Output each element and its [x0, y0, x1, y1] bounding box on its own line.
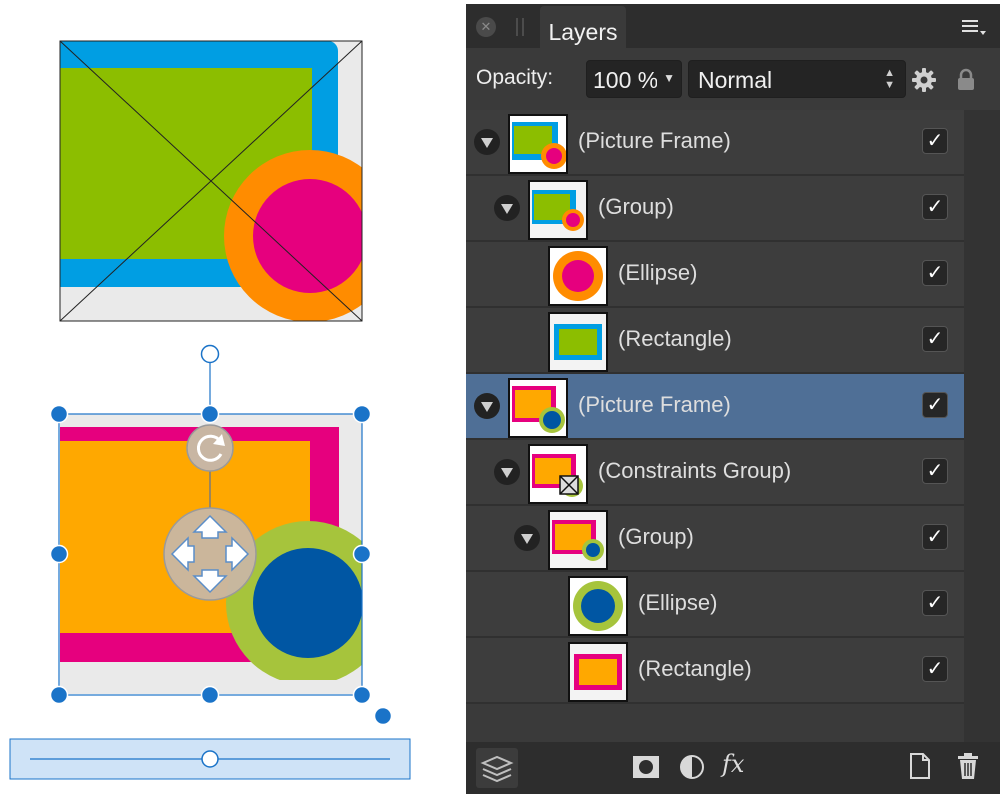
panel-tab-bar: ✕ Layers: [466, 4, 1000, 48]
expand-triangle-icon[interactable]: [474, 393, 500, 419]
opacity-row: Opacity: 100 % ▼ Normal ▲ ▼: [466, 48, 1000, 110]
picture-frame-1[interactable]: [50, 40, 396, 322]
layer-name[interactable]: (Picture Frame): [578, 392, 731, 418]
layer-name[interactable]: (Ellipse): [618, 260, 697, 286]
opacity-value[interactable]: 100 %: [593, 67, 657, 94]
frame2-ellipse-inner: [253, 548, 362, 658]
panel-bottom-toolbar: fx: [466, 742, 1000, 794]
canvas[interactable]: [0, 0, 466, 794]
rotation-slider-knob: [201, 750, 219, 768]
layer-name[interactable]: (Ellipse): [638, 590, 717, 616]
layer-thumbnail: [568, 576, 628, 636]
visibility-checkbox[interactable]: ✓: [922, 590, 948, 616]
layer-thumbnail: [568, 642, 628, 702]
visibility-checkbox[interactable]: ✓: [922, 260, 948, 286]
opacity-field[interactable]: 100 % ▼: [586, 60, 682, 98]
blend-mode-select[interactable]: Normal ▲ ▼: [688, 60, 906, 98]
rotation-slider[interactable]: [9, 738, 411, 780]
layers-panel: ✕ Layers Opacity: 100 % ▼ Normal ▲ ▼ (Pi…: [466, 4, 1000, 794]
layer-thumbnail: [528, 180, 588, 240]
layer-name[interactable]: (Constraints Group): [598, 458, 791, 484]
rotate-icon[interactable]: [186, 424, 234, 472]
blend-mode-value[interactable]: Normal: [698, 67, 772, 94]
layer-name[interactable]: (Group): [618, 524, 694, 550]
gear-icon[interactable]: [912, 68, 936, 97]
canvas-artwork: [9, 40, 411, 780]
layer-thumbnail: [548, 312, 608, 372]
panel-menu-icon[interactable]: [960, 18, 990, 38]
expand-triangle-icon[interactable]: [514, 525, 540, 551]
layer-row[interactable]: (Group) ✓: [466, 506, 964, 572]
move-icon[interactable]: [163, 507, 257, 601]
expand-triangle-icon[interactable]: [494, 459, 520, 485]
layer-row[interactable]: (Picture Frame) ✓: [466, 374, 964, 440]
layer-name[interactable]: (Group): [598, 194, 674, 220]
visibility-checkbox[interactable]: ✓: [922, 128, 948, 154]
chevron-down-icon[interactable]: ▼: [663, 71, 675, 85]
layer-thumbnail: [548, 510, 608, 570]
layer-row[interactable]: (Picture Frame) ✓: [466, 110, 964, 176]
drag-grip-icon[interactable]: [516, 18, 524, 36]
layer-thumbnail: [528, 444, 588, 504]
layer-name[interactable]: (Picture Frame): [578, 128, 731, 154]
layer-row[interactable]: (Ellipse) ✓: [466, 242, 964, 308]
visibility-checkbox[interactable]: ✓: [922, 392, 948, 418]
tab-layers[interactable]: Layers: [540, 6, 626, 48]
visibility-checkbox[interactable]: ✓: [922, 458, 948, 484]
layer-row[interactable]: (Constraints Group) ✓: [466, 440, 964, 506]
layer-list-scrollbar[interactable]: [964, 110, 1000, 742]
layers-stack-icon[interactable]: [476, 748, 518, 788]
updown-arrows-icon: ▲ ▼: [884, 67, 895, 91]
close-icon[interactable]: ✕: [476, 17, 496, 37]
layer-name[interactable]: (Rectangle): [638, 656, 752, 682]
layer-thumbnail: [508, 378, 568, 438]
layer-thumbnail: [508, 114, 568, 174]
visibility-checkbox[interactable]: ✓: [922, 194, 948, 220]
fx-icon[interactable]: fx: [722, 750, 744, 778]
layer-list[interactable]: (Picture Frame) ✓ (Group) ✓ (Ellipse) ✓ (Recta…: [466, 110, 964, 742]
layer-row[interactable]: (Ellipse) ✓: [466, 572, 964, 638]
expand-triangle-icon[interactable]: [494, 195, 520, 221]
new-layer-icon[interactable]: [908, 752, 932, 785]
visibility-checkbox[interactable]: ✓: [922, 326, 948, 352]
layer-thumbnail: [548, 246, 608, 306]
layer-name[interactable]: (Rectangle): [618, 326, 732, 352]
opacity-label: Opacity:: [476, 66, 554, 89]
rotation-handle[interactable]: [200, 344, 220, 364]
layer-row[interactable]: (Rectangle) ✓: [466, 308, 964, 374]
mask-icon[interactable]: [632, 752, 660, 785]
visibility-checkbox[interactable]: ✓: [922, 524, 948, 550]
adjustment-icon[interactable]: [678, 752, 706, 785]
layer-row[interactable]: (Rectangle) ✓: [466, 638, 964, 704]
lock-icon[interactable]: [956, 68, 976, 97]
visibility-checkbox[interactable]: ✓: [922, 656, 948, 682]
layer-row[interactable]: (Group) ✓: [466, 176, 964, 242]
expand-triangle-icon[interactable]: [474, 129, 500, 155]
trash-icon[interactable]: [956, 752, 980, 785]
